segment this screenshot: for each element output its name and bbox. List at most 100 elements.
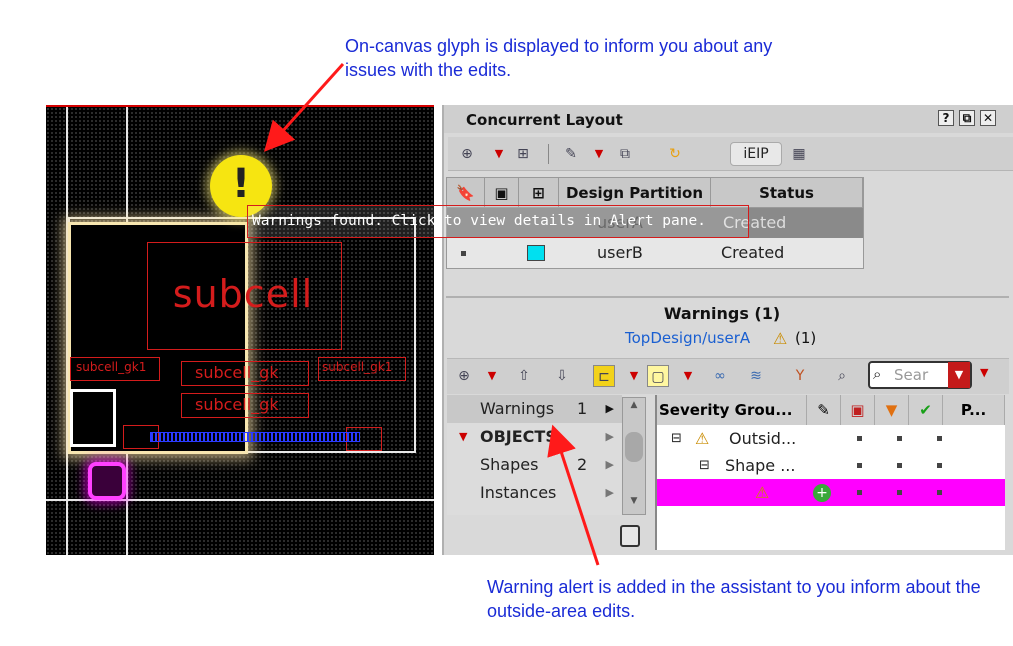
color-swatch-icon[interactable] <box>527 245 545 261</box>
search-placeholder: Sear <box>894 366 929 384</box>
dropdown-arrow-icon[interactable]: ▼ <box>623 365 645 387</box>
step-icon[interactable]: ⊏ <box>593 365 615 387</box>
inspect-icon[interactable]: ⧉ <box>614 143 636 165</box>
arrow-down-icon[interactable]: ⇩ <box>551 365 573 387</box>
nav-item-objects[interactable]: ▼ OBJECTS ▶ <box>447 423 622 451</box>
header-label: Severity Grou... <box>659 401 793 419</box>
dropdown-arrow-icon[interactable]: ▼ <box>677 365 699 387</box>
check-icon: ✔ <box>919 401 932 419</box>
warning-path-link[interactable]: TopDesign/userA <box>625 329 750 347</box>
column-header-design-partition[interactable]: Design Partition <box>559 178 711 208</box>
tag-icon: 🔖 <box>456 184 475 202</box>
instance-box[interactable] <box>70 389 116 447</box>
close-button[interactable]: ✕ <box>980 110 996 126</box>
instance-label: subcell_gk <box>195 363 279 382</box>
scroll-thumb[interactable] <box>625 432 643 462</box>
chevron-right-icon: ▶ <box>605 458 614 471</box>
dropdown-arrow-icon[interactable]: ▼ <box>488 143 510 165</box>
panel-toggle-icon[interactable] <box>620 525 640 547</box>
color-swatch-icon: ▣ <box>494 184 509 202</box>
chevron-right-icon: ▶ <box>605 486 614 499</box>
dropdown-arrow-icon[interactable]: ▼ <box>588 143 610 165</box>
warning-tooltip[interactable]: Warnings found. Click to view details in… <box>247 205 749 238</box>
cell-marker <box>897 490 902 495</box>
nav-label: OBJECTS <box>480 427 557 446</box>
refresh-icon[interactable]: ↻ <box>664 143 686 165</box>
collapse-icon[interactable]: ⊟ <box>699 452 710 479</box>
scroll-up-icon[interactable]: ▲ <box>625 400 643 414</box>
note-icon[interactable]: ▢ <box>647 365 669 387</box>
filter-icon: ▼ <box>885 401 898 419</box>
instance-label: subcell_gk1 <box>322 360 393 374</box>
color-swatch-icon: ▣ <box>850 401 865 419</box>
nav-count: 2 <box>577 455 588 474</box>
scrollbar[interactable]: ▲ ▼ <box>622 397 646 515</box>
search-icon: ⌕ <box>873 365 882 383</box>
nav-count: 1 <box>577 399 588 418</box>
link-icon[interactable]: ∞ <box>709 365 731 387</box>
zoom-icon[interactable]: ⊕ <box>456 143 478 165</box>
zoom-icon[interactable]: ⊕ <box>453 365 475 387</box>
column-header-color[interactable]: ▣ <box>485 178 519 208</box>
ieip-button[interactable]: iEIP <box>730 142 782 166</box>
unlink-icon[interactable]: ≋ <box>745 365 767 387</box>
warning-count: (1) <box>795 329 817 347</box>
search-icon[interactable]: ⌕ <box>831 365 853 387</box>
column-header-edit[interactable]: ✎ <box>807 395 841 425</box>
expand-triangle-icon[interactable]: ▼ <box>459 423 467 451</box>
tree-label: Outsid... <box>729 429 797 448</box>
nav-item-warnings[interactable]: Warnings 1 ▶ <box>447 395 622 423</box>
fit-icon[interactable]: ⊞ <box>512 143 534 165</box>
instance-label: subcell_gk <box>195 395 279 414</box>
nav-item-instances[interactable]: Instances ▶ <box>447 479 622 507</box>
filter-icon[interactable]: Y <box>789 365 811 387</box>
tree-row-selected[interactable]: ⚠ + <box>657 479 1005 506</box>
table-row[interactable]: userB Created <box>447 238 863 268</box>
cell-marker <box>857 490 862 495</box>
column-header-filter[interactable]: ▼ <box>875 395 909 425</box>
tree-row[interactable]: ⊟ ⚠ Outsid... <box>657 425 1005 452</box>
nav-label: Shapes <box>480 455 539 474</box>
nav-item-shapes[interactable]: Shapes 2 ▶ <box>447 451 622 479</box>
toolbar-separator <box>548 144 549 164</box>
row-marker-icon <box>461 251 466 256</box>
float-button[interactable]: ⧉ <box>959 110 975 126</box>
column-header-icon[interactable]: 🔖 <box>447 178 485 208</box>
column-header-check[interactable]: ✔ <box>909 395 943 425</box>
arrow-up-icon[interactable]: ⇧ <box>513 365 535 387</box>
add-icon[interactable]: + <box>813 484 831 502</box>
section-divider <box>446 296 1009 298</box>
metal-strip[interactable] <box>150 432 360 442</box>
grid-icon[interactable]: ▦ <box>788 143 810 165</box>
via-shape[interactable] <box>88 462 126 500</box>
chevron-right-icon: ▶ <box>605 430 614 443</box>
warnings-tree: Severity Grou... ✎ ▣ ▼ ✔ P... ⊟ ⚠ Outsid… <box>655 395 1005 550</box>
column-header-color[interactable]: ▣ <box>841 395 875 425</box>
column-header-severity[interactable]: Severity Grou... <box>657 395 807 425</box>
partition-name: userB <box>597 243 643 262</box>
collapse-icon[interactable]: ⊟ <box>671 425 682 452</box>
chevron-right-icon: ▶ <box>605 402 614 415</box>
warning-triangle-icon: ⚠ <box>773 329 788 348</box>
nav-label: Instances <box>480 483 557 502</box>
search-dropdown-button[interactable]: ▼ <box>948 362 970 388</box>
column-header-status[interactable]: Status <box>711 178 863 208</box>
layout-canvas[interactable]: subcell subcell_gk1 subcell_gk subcell_g… <box>46 105 434 555</box>
pencil-icon: ✎ <box>817 401 830 419</box>
select-icon: ⊞ <box>532 184 545 202</box>
panel-titlebar: Concurrent Layout ? ⧉ ✕ <box>444 105 1013 133</box>
tree-row[interactable]: ⊟ Shape ... <box>657 452 1005 479</box>
nav-label: Warnings <box>480 399 555 418</box>
cell-marker <box>937 436 942 441</box>
subcell-label: subcell <box>172 272 314 316</box>
column-header-p[interactable]: P... <box>943 395 1005 425</box>
help-button[interactable]: ? <box>938 110 954 126</box>
cell-marker <box>857 436 862 441</box>
scroll-down-icon[interactable]: ▼ <box>625 496 643 510</box>
warning-triangle-icon: ⚠ <box>695 429 710 448</box>
edit-icon[interactable]: ✎ <box>560 143 582 165</box>
dropdown-arrow-icon[interactable]: ▼ <box>481 365 503 387</box>
dropdown-arrow-icon[interactable]: ▼ <box>980 366 988 379</box>
column-header-select[interactable]: ⊞ <box>519 178 559 208</box>
panel-toolbar: ⊕ ▼ ⊞ ✎ ▼ ⧉ ↻ iEIP ▦ <box>448 137 1013 171</box>
